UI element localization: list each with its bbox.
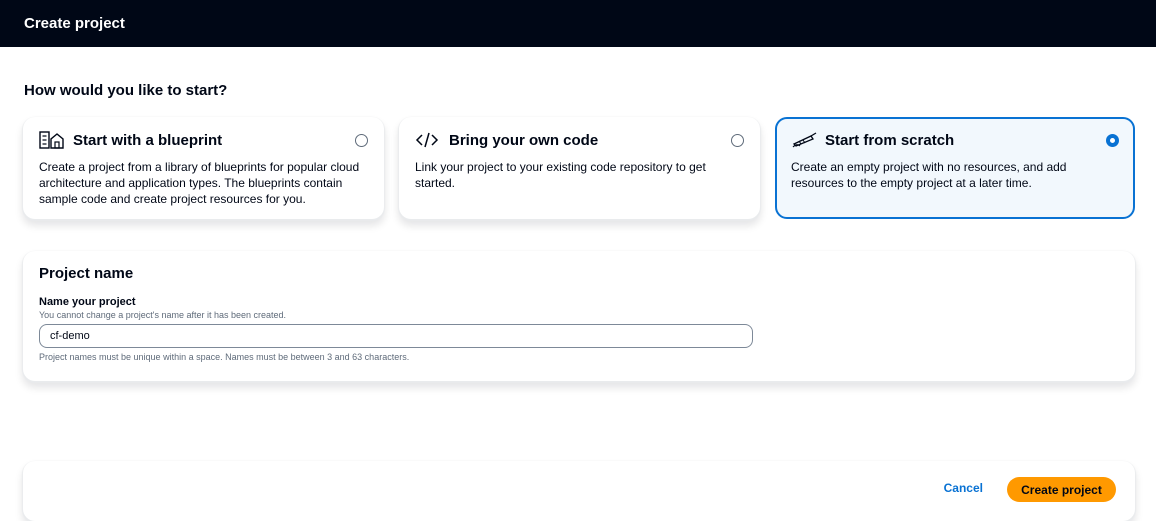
page-title: Create project <box>24 15 125 32</box>
option-radio[interactable] <box>731 133 744 147</box>
project-name-panel: Project name Name your project You canno… <box>23 251 1135 381</box>
option-title: Start from scratch <box>825 131 955 149</box>
code-icon <box>415 129 443 151</box>
option-description: Create an empty project with no resource… <box>791 160 1067 190</box>
option-description: Create a project from a library of bluep… <box>39 160 360 206</box>
section-title: Project name <box>39 265 134 282</box>
field-label: Name your project <box>39 296 136 308</box>
start-question: How would you like to start? <box>24 82 228 99</box>
option-radio[interactable] <box>355 133 368 147</box>
option-from-scratch[interactable]: Start from scratch Create an empty proje… <box>775 117 1135 219</box>
field-constraint: Project names must be unique within a sp… <box>39 352 410 362</box>
option-own-code[interactable]: Bring your own code Link your project to… <box>399 117 760 219</box>
project-name-input[interactable] <box>39 324 753 348</box>
option-title: Bring your own code <box>449 131 599 149</box>
option-blueprint[interactable]: Start with a blueprint Create a project … <box>23 117 384 219</box>
field-description: You cannot change a project's name after… <box>39 310 287 320</box>
option-title: Start with a blueprint <box>73 131 223 149</box>
option-radio-selected[interactable] <box>1106 133 1119 147</box>
pen-icon <box>791 129 819 151</box>
option-description: Link your project to your existing code … <box>415 160 706 190</box>
create-project-button[interactable]: Create project <box>1007 477 1116 502</box>
cancel-button[interactable]: Cancel <box>944 481 983 495</box>
blueprint-icon <box>39 129 67 151</box>
form-footer: Cancel Create project <box>23 461 1135 521</box>
top-bar: Create project <box>0 0 1156 47</box>
